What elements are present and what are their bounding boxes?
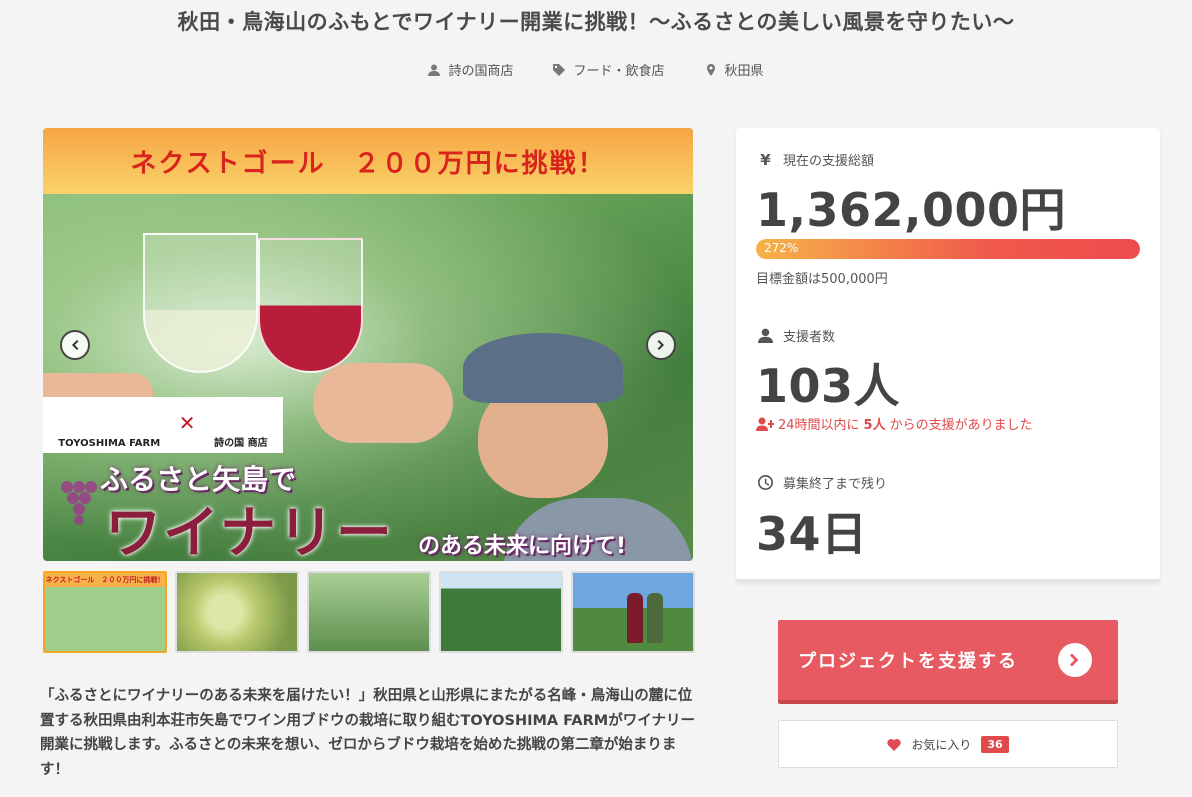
remaining-label-text: 募集終了まで残り <box>783 477 888 492</box>
remaining-label: 募集終了まで残り <box>758 473 887 492</box>
recent-supporters-notice: 24時間以内に 5人 からの支援がありました <box>756 414 1033 433</box>
support-project-button[interactable]: プロジェクトを支援する <box>778 620 1118 700</box>
category-name: フード・飲食店 <box>573 64 665 79</box>
goal-amount-text: 目標金額は500,000円 <box>756 272 888 287</box>
user-icon <box>428 64 441 76</box>
next-goal-text: ネクストゴール ２００万円に挑戦！ <box>130 148 606 179</box>
thumbnail-3[interactable] <box>307 571 431 653</box>
chevron-right-icon <box>657 340 664 350</box>
funding-progress-fill <box>756 239 1140 259</box>
hero-caption-line3: のある未来に向けて! <box>418 534 627 559</box>
recent-suffix: からの支援がありました <box>889 418 1033 433</box>
location-name: 秋田県 <box>724 64 764 79</box>
recent-count: 5人 <box>863 418 886 433</box>
category-link[interactable]: フード・飲食店 <box>553 60 665 79</box>
funding-stats-panel: ¥ 現在の支援総額 1,362,000円 272% 目標金額は500,000円 … <box>736 128 1160 582</box>
person-cap <box>463 333 623 403</box>
next-goal-banner: ネクストゴール ２００万円に挑戦！ <box>43 128 693 194</box>
chevron-left-icon <box>72 340 79 350</box>
red-wine-glass <box>258 238 363 373</box>
user-icon <box>758 328 773 343</box>
hero-caption-winery: ワイナリー <box>105 501 394 566</box>
tag-icon <box>553 63 566 76</box>
total-amount-label-text: 現在の支援総額 <box>783 154 875 169</box>
thumbnail-1[interactable]: ネクストゴール ２００万円に挑戦！ <box>43 571 167 653</box>
map-pin-icon <box>706 63 715 76</box>
location-link[interactable]: 秋田県 <box>705 60 764 79</box>
partner-logos: TOYOSHIMA FARM ✕ 詩の国 商店 <box>43 397 283 453</box>
thumbnail-strip: ネクストゴール ２００万円に挑戦！ <box>43 571 695 653</box>
total-amount-label: ¥ 現在の支援総額 <box>758 150 875 170</box>
support-project-label: プロジェクトを支援する <box>798 651 1018 672</box>
thumbnail-5[interactable] <box>571 571 695 653</box>
collab-x-mark: ✕ <box>178 411 196 435</box>
yen-icon: ¥ <box>760 150 771 169</box>
clock-icon <box>758 475 773 490</box>
funding-progress-bar: 272% <box>756 239 1140 259</box>
supporters-label-text: 支援者数 <box>783 330 836 345</box>
recent-prefix: 24時間以内に <box>778 418 860 433</box>
project-meta: 詩の国商店 フード・飲食店 秋田県 <box>0 60 1192 79</box>
shinokuni-logo: 詩の国 商店 <box>214 438 268 449</box>
funding-progress-percent: 272% <box>764 241 799 255</box>
favorite-count-badge: 36 <box>981 735 1009 753</box>
remaining-days: 34日 <box>756 507 868 561</box>
thumbnail-4[interactable] <box>439 571 563 653</box>
red-wine-bottle <box>627 593 643 643</box>
arrow-right-circle-icon <box>1058 643 1092 677</box>
supporters-count: 103人 <box>756 359 901 413</box>
grapes-icon <box>61 481 97 525</box>
toyoshima-farm-logo: TOYOSHIMA FARM <box>58 438 161 449</box>
white-wine-glass <box>143 233 258 373</box>
total-amount-value: 1,362,000円 <box>756 183 1066 237</box>
user-plus-icon <box>756 417 774 431</box>
favorite-label: お気に入り <box>911 737 972 752</box>
favorite-button[interactable]: お気に入り 36 <box>778 720 1118 768</box>
owner-name: 詩の国商店 <box>448 64 514 79</box>
hand-right <box>313 363 453 443</box>
heart-icon <box>887 738 901 751</box>
thumbnail-2[interactable] <box>175 571 299 653</box>
owner-link[interactable]: 詩の国商店 <box>428 60 513 79</box>
project-description: 「ふるさとにワイナリーのある未来を届けたい！」秋田県と山形県にまたがる名峰・鳥海… <box>40 688 695 778</box>
supporters-label: 支援者数 <box>758 326 835 345</box>
next-slide-button[interactable] <box>646 330 676 360</box>
prev-slide-button[interactable] <box>60 330 90 360</box>
white-wine-bottle <box>647 593 663 643</box>
project-title: 秋田・鳥海山のふもとでワイナリー開業に挑戦！〜ふるさとの美しい風景を守りたい〜 <box>177 10 1015 34</box>
thumbnail-1-label: ネクストゴール ２００万円に挑戦！ <box>45 576 165 584</box>
